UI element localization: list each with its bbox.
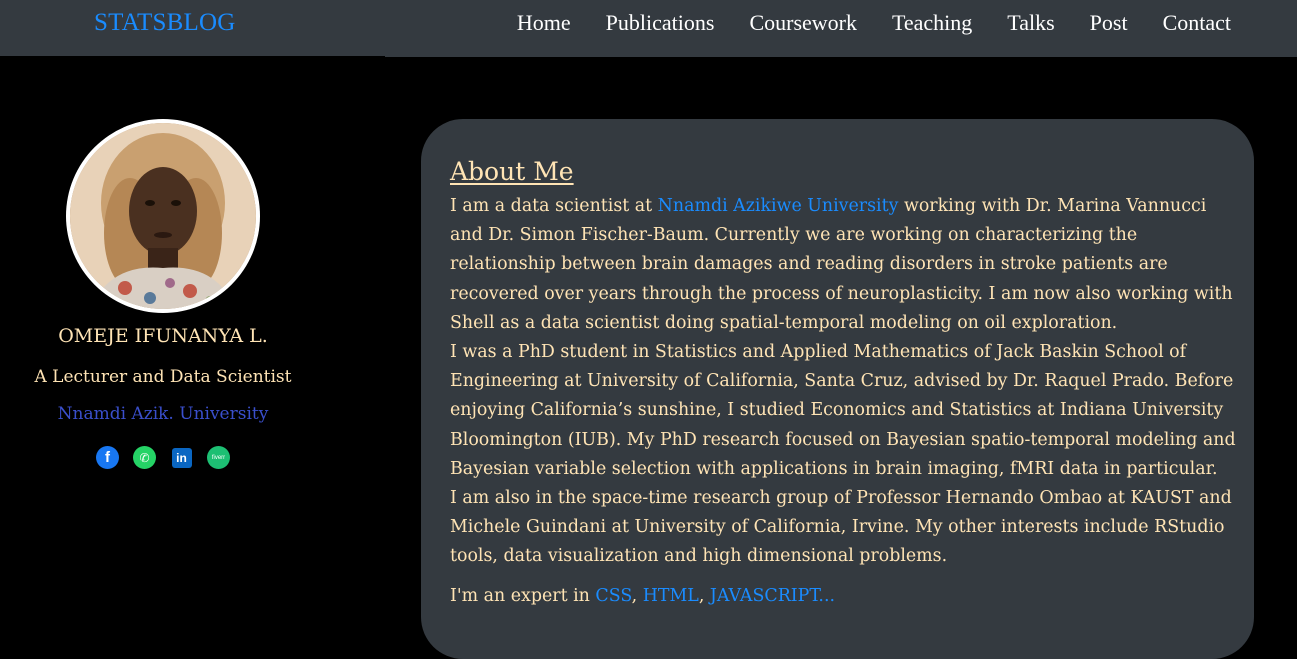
social-links: f ✆ in fiverr: [96, 446, 230, 469]
nav-links: Home Publications Coursework Teaching Ta…: [482, 10, 1231, 36]
profile-sidebar: OMEJE IFUNANYA L. A Lecturer and Data Sc…: [0, 57, 330, 636]
profile-name: OMEJE IFUNANYA L.: [58, 325, 268, 347]
skill-css-link[interactable]: CSS: [595, 586, 631, 606]
university-link[interactable]: Nnamdi Azikiwe University: [658, 196, 899, 216]
nav-link-contact[interactable]: Contact: [1163, 10, 1231, 36]
profile-university: Nnamdi Azik. University: [57, 404, 269, 424]
avatar: [66, 119, 260, 313]
navbar-divider: [385, 56, 1297, 57]
skill-separator: ,: [698, 585, 710, 606]
skill-separator: ,: [631, 585, 643, 606]
brand-logo-link[interactable]: STATSBLOG: [94, 9, 236, 37]
about-p1-text-start: I am a data scientist at: [450, 196, 658, 216]
skill-html-link[interactable]: HTML: [643, 586, 699, 606]
expertise-line: I'm an expert in CSS, HTML, JAVASCRIPT..…: [450, 582, 1240, 611]
nav-link-coursework[interactable]: Coursework: [749, 10, 857, 36]
about-p1-text-end: working with Dr. Marina Vannucci and Dr.…: [450, 196, 1233, 333]
linkedin-icon[interactable]: in: [170, 446, 193, 469]
skill-javascript-link[interactable]: JAVASCRIPT...: [710, 586, 835, 606]
whatsapp-icon[interactable]: ✆: [133, 446, 156, 469]
profile-photo: [70, 123, 256, 309]
about-card: About Me I am a data scientist at Nnamdi…: [421, 119, 1254, 659]
nav-link-teaching[interactable]: Teaching: [892, 10, 972, 36]
profile-photo-illustration: [70, 123, 256, 309]
top-navbar: STATSBLOG Home Publications Coursework T…: [0, 0, 1297, 56]
profile-role: A Lecturer and Data Scientist: [34, 367, 292, 387]
linkedin-glyph: in: [171, 447, 192, 468]
nav-link-talks[interactable]: Talks: [1007, 10, 1054, 36]
expertise-prefix: I'm an expert in: [450, 585, 596, 606]
about-title: About Me: [450, 157, 574, 186]
nav-link-home[interactable]: Home: [517, 10, 571, 36]
facebook-icon[interactable]: f: [96, 446, 119, 469]
about-paragraph-1: I am a data scientist at Nnamdi Azikiwe …: [450, 192, 1240, 338]
about-body: I am a data scientist at Nnamdi Azikiwe …: [450, 192, 1240, 611]
about-paragraph-2: I was a PhD student in Statistics and Ap…: [450, 342, 1236, 479]
nav-link-post[interactable]: Post: [1090, 10, 1128, 36]
fiverr-icon[interactable]: fiverr: [207, 446, 230, 469]
about-paragraph-3: I am also in the space-time research gro…: [450, 488, 1232, 567]
nav-link-publications[interactable]: Publications: [606, 10, 715, 36]
